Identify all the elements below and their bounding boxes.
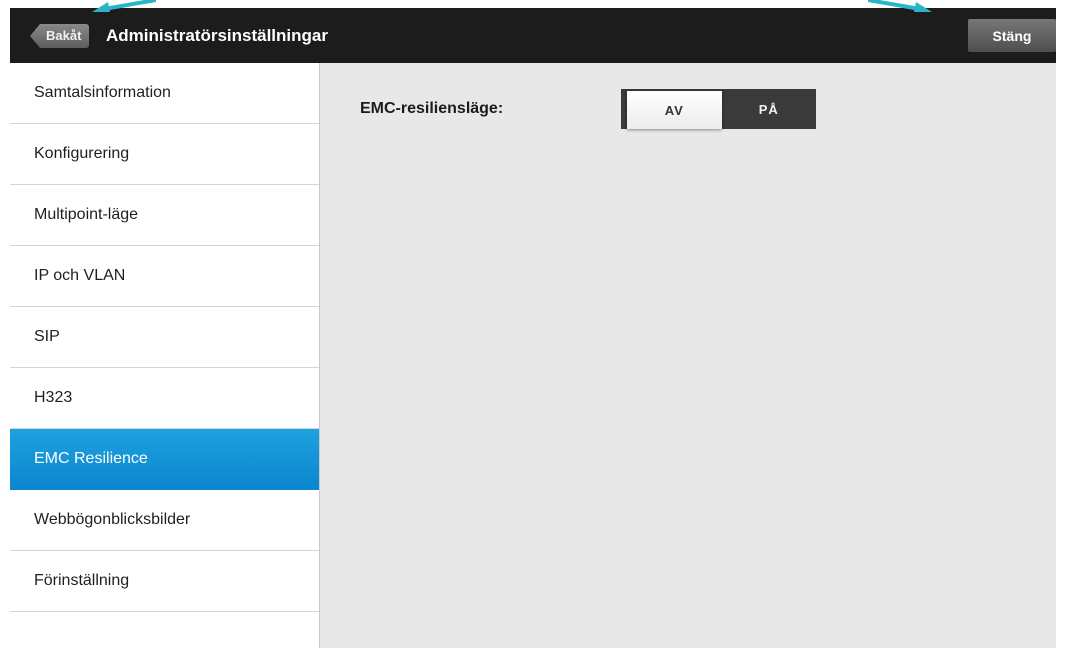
emc-resilience-mode-label: EMC-resiliensläge: <box>360 100 504 117</box>
top-bar: Bakåt Administratörsinställningar Stäng <box>10 8 1056 63</box>
sidebar: Samtalsinformation Konfigurering Multipo… <box>10 63 320 648</box>
sidebar-item-label: Konfigurering <box>34 145 130 162</box>
sidebar-item-webbogonblicksbilder[interactable]: Webbögonblicksbilder <box>10 490 319 551</box>
page-title: Administratörsinställningar <box>106 26 328 45</box>
sidebar-item-emc-resilience[interactable]: EMC Resilience <box>10 429 319 490</box>
sidebar-item-label: Multipoint-läge <box>34 206 139 223</box>
sidebar-item-h323[interactable]: H323 <box>10 368 319 429</box>
back-button[interactable]: Bakåt <box>30 24 90 48</box>
emc-resilience-toggle[interactable]: AV PÅ <box>621 89 816 129</box>
sidebar-item-label: H323 <box>34 389 73 406</box>
sidebar-item-label: Samtalsinformation <box>34 84 171 101</box>
sidebar-item-label: IP och VLAN <box>34 267 126 284</box>
sidebar-item-label: SIP <box>34 328 60 345</box>
sidebar-item-samtalsinformation[interactable]: Samtalsinformation <box>10 63 319 124</box>
sidebar-item-label: EMC Resilience <box>34 450 148 467</box>
sidebar-item-multipoint[interactable]: Multipoint-läge <box>10 185 319 246</box>
sidebar-item-konfigurering[interactable]: Konfigurering <box>10 124 319 185</box>
sidebar-item-label: Förinställning <box>34 572 130 589</box>
device-screen: Bakåt Administratörsinställningar Stäng … <box>10 8 1056 648</box>
close-button[interactable]: Stäng <box>968 19 1056 52</box>
toggle-off-option[interactable]: AV <box>627 91 722 129</box>
sidebar-item-forinstallning[interactable]: Förinställning <box>10 551 319 612</box>
annotation-arrow-right-icon <box>868 0 932 12</box>
annotation-arrow-left-icon <box>92 0 156 12</box>
sidebar-item-label: Webbögonblicksbilder <box>34 511 191 528</box>
sidebar-item-sip[interactable]: SIP <box>10 307 319 368</box>
sidebar-item-ip-vlan[interactable]: IP och VLAN <box>10 246 319 307</box>
toggle-on-option[interactable]: PÅ <box>722 89 817 129</box>
sidebar-item-empty[interactable] <box>10 612 319 648</box>
